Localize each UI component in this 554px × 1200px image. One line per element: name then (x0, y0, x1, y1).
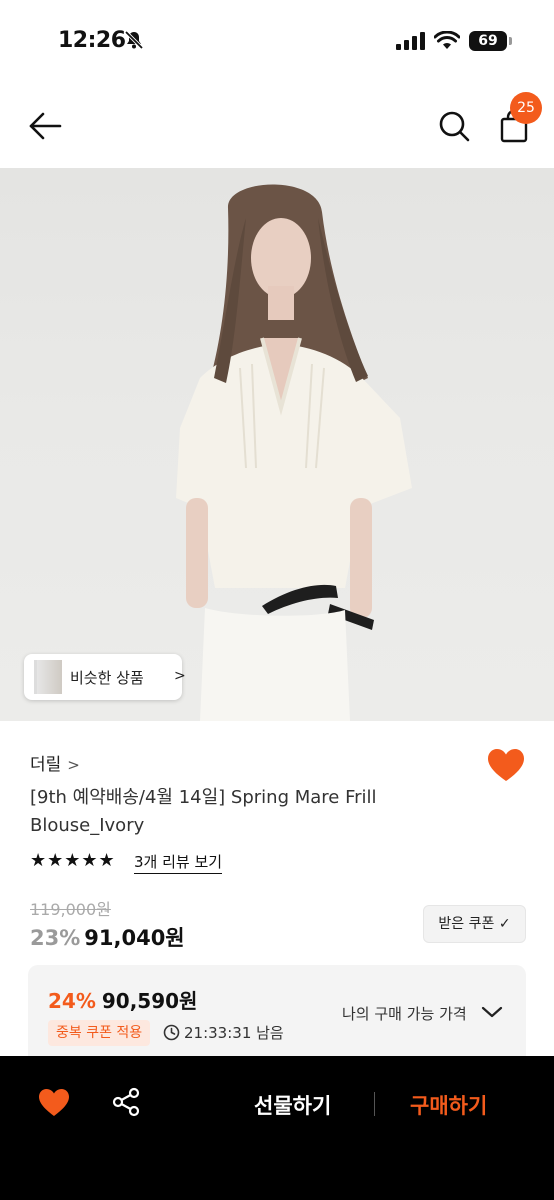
similar-products-button[interactable]: 비슷한 상품 > (24, 654, 186, 700)
model-photo (176, 184, 412, 721)
gift-button[interactable]: 선물하기 (254, 1090, 331, 1120)
my-price-label: 나의 구매 가능 가격 (342, 1005, 467, 1023)
received-coupon-button[interactable]: 받은 쿠폰 ✓ (423, 905, 526, 943)
product-title: [9th 예약배송/4월 14일] Spring Mare Frill Blou… (30, 787, 377, 836)
review-link[interactable]: 3개 리뷰 보기 (134, 851, 223, 874)
similar-product-thumbnail (34, 660, 62, 694)
sale-price-row: 23% 91,040원 (30, 922, 185, 952)
bottom-action-bar: 선물하기 구매하기 (0, 1056, 554, 1200)
bell-off-icon (124, 30, 144, 50)
rating-stars: ★★★★★ (30, 850, 116, 871)
buy-button[interactable]: 구매하기 (410, 1090, 487, 1120)
chevron-right-icon: > (174, 668, 186, 684)
chevron-down-icon[interactable] (481, 1005, 503, 1019)
status-time: 12:26 (58, 28, 126, 53)
signal-icon (396, 32, 425, 50)
share-icon[interactable] (110, 1086, 142, 1118)
discount-percent: 23% (30, 926, 81, 950)
chevron-right-icon: > (67, 756, 80, 774)
heart-icon[interactable] (38, 1088, 70, 1118)
status-bar: 12:26 69 (0, 0, 554, 84)
back-arrow-icon[interactable] (26, 106, 66, 146)
original-price: 119,000원 (30, 900, 111, 919)
cart-count-badge: 25 (510, 92, 542, 124)
best-price-panel[interactable]: 24% 90,590원 중복 쿠폰 적용 21:33:31 남음 나의 구매 가능… (28, 965, 526, 1065)
product-image[interactable]: 비슷한 상품 > (0, 168, 554, 721)
clock-icon (163, 1024, 180, 1041)
countdown-text: 21:33:31 남음 (184, 1024, 284, 1042)
sale-price: 91,040원 (84, 926, 185, 950)
brand-link[interactable]: 더릴 > (30, 750, 80, 775)
brand-name: 더릴 (30, 755, 62, 775)
search-icon[interactable] (434, 106, 474, 146)
nav-bar (0, 84, 554, 168)
countdown-timer: 21:33:31 남음 (163, 1022, 284, 1043)
divider (374, 1092, 375, 1116)
best-price: 90,590원 (101, 989, 198, 1013)
best-price-row: 24% 90,590원 (48, 985, 197, 1014)
wifi-icon (434, 31, 460, 49)
similar-products-label: 비슷한 상품 (70, 669, 144, 687)
battery-indicator: 69 (469, 31, 512, 51)
best-discount-percent: 24% (48, 989, 96, 1013)
heart-icon[interactable] (487, 748, 525, 784)
duplicate-coupon-badge: 중복 쿠폰 적용 (48, 1020, 151, 1046)
